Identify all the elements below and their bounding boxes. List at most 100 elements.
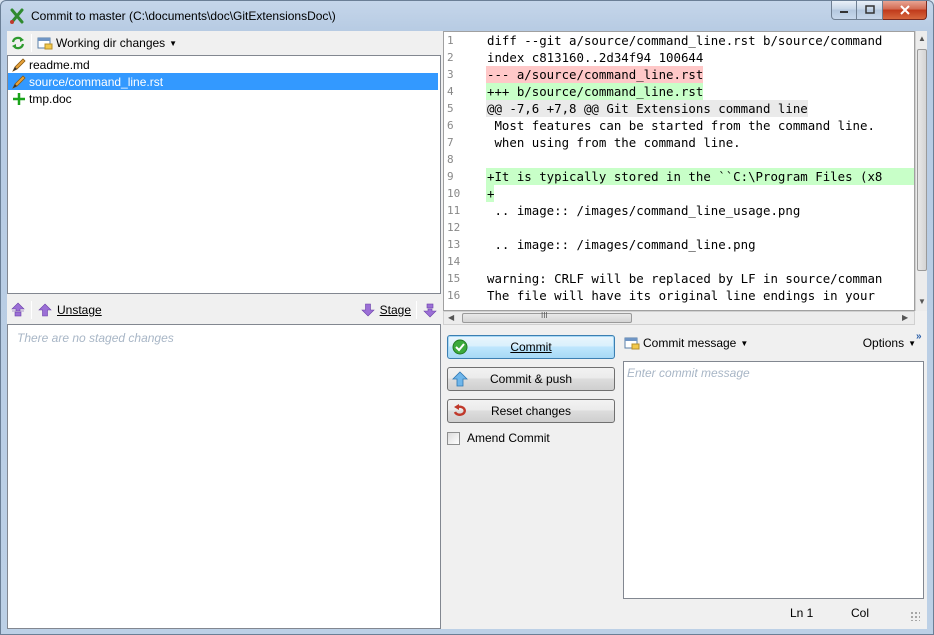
line-number-gutter: 1 2 3 4 5 6 7 8 9 10 11 12 13 14 15 16 [444,32,482,310]
cursor-line: Ln 1 [790,606,814,620]
diff-line-added: +++ b/source/command_line.rst [486,83,704,100]
diff-line: index c813160..2d34f94 100644 [487,50,704,65]
line-number: 13 [447,238,461,251]
diff-line: when using from the command line. [487,135,741,150]
unstaged-toolbar: Working dir changes ▼ [7,31,441,55]
scrollbar-thumb[interactable] [917,49,927,271]
options-dropdown[interactable]: Options ▼ [860,333,919,353]
unstage-label: Unstage [57,303,102,317]
arrow-up-icon [38,303,52,317]
reset-changes-label: Reset changes [490,404,572,418]
scrollbar-grip: III [541,311,548,320]
diff-line-removed: --- a/source/command_line.rst [486,66,704,83]
diff-line [486,253,914,270]
stage-button[interactable]: Stage [357,300,414,320]
toolbar-separator [31,301,32,319]
commit-label: Commit [510,340,552,354]
overflow-chevron-icon[interactable]: » [916,331,922,342]
diff-code: diff --git a/source/command_line.rst b/s… [486,32,914,304]
scroll-left-arrow-icon[interactable]: ◀ [448,313,454,322]
amend-commit-checkbox[interactable] [447,431,460,445]
diff-line-added: + [486,185,495,202]
unstage-button[interactable]: Unstage [34,300,105,320]
scrollbar-thumb[interactable]: III [462,311,632,323]
scroll-up-arrow-icon[interactable]: ▲ [918,34,926,43]
refresh-button[interactable] [7,33,29,53]
amend-commit-option[interactable]: Amend Commit [447,431,550,445]
working-dir-label: Working dir changes [56,36,166,50]
line-number: 3 [447,68,454,81]
pencil-icon [12,57,26,72]
line-number: 2 [447,51,454,64]
diff-viewer[interactable]: 1 2 3 4 5 6 7 8 9 10 11 12 13 14 15 16 d… [443,31,915,311]
diff-line: .. image:: /images/command_line.png [487,237,756,252]
line-number: 15 [447,272,461,285]
line-number: 14 [447,255,461,268]
minimize-icon [840,11,848,13]
amend-commit-label: Amend Commit [467,431,550,445]
maximize-button[interactable] [857,1,883,20]
maximize-icon [864,5,875,14]
working-dir-dropdown[interactable]: Working dir changes ▼ [34,33,180,53]
file-row-command-line[interactable]: source/command_line.rst [8,73,438,90]
resize-grip-icon[interactable] [910,611,920,621]
arrow-down-icon [360,303,375,317]
commit-message-statusbar: Ln 1 Col [623,601,924,625]
line-number: 4 [447,85,454,98]
file-row-tmp-doc[interactable]: tmp.doc [8,90,440,107]
client-area: Working dir changes ▼ readme.md source/c… [7,31,927,629]
plus-icon [13,92,25,105]
double-arrow-up-icon [11,302,25,317]
line-number: 16 [447,289,461,302]
commit-push-button[interactable]: Commit & push [447,367,615,391]
minimize-button[interactable] [831,1,857,20]
window-title: Commit to master (C:\documents\doc\GitEx… [31,9,336,23]
file-name: tmp.doc [29,91,72,106]
diff-line-added: +It is typically stored in the ``C:\Prog… [486,168,914,185]
commit-window: Commit to master (C:\documents\doc\GitEx… [0,0,934,635]
commit-message-label: Commit message [643,336,737,350]
chevron-down-icon: ▼ [908,338,916,348]
unstage-all-button[interactable] [7,300,29,320]
commit-message-toolbar: Commit message ▼ Options ▼ [621,331,925,355]
line-number: 9 [447,170,454,183]
close-icon [899,5,910,15]
title-bar: Commit to master (C:\documents\doc\GitEx… [1,1,933,31]
toolbar-separator [416,301,417,319]
diff-line: diff --git a/source/command_line.rst b/s… [487,33,883,48]
cursor-column: Col [851,606,870,620]
diff-hunk-header: @@ -7,6 +7,8 @@ Git Extensions command l… [486,100,808,117]
diff-vertical-scrollbar[interactable]: ▲ ▼ [915,31,927,311]
commit-message-input[interactable]: Enter commit message [623,361,924,599]
unstaged-file-list[interactable]: readme.md source/command_line.rst tmp.do… [7,55,441,294]
pencil-icon [12,74,26,89]
close-button[interactable] [883,1,927,20]
line-number: 12 [447,221,461,234]
double-arrow-down-icon [423,303,437,318]
commit-message-dropdown[interactable]: Commit message ▼ [621,333,751,353]
scroll-down-arrow-icon[interactable]: ▼ [918,297,926,306]
chevron-down-icon: ▼ [740,338,749,348]
stage-all-button[interactable] [419,300,441,320]
file-name: readme.md [29,57,90,72]
line-number: 1 [447,34,454,47]
working-dir-icon [37,37,53,50]
stage-toolbar: Unstage Stage [7,297,441,323]
diff-line [486,151,914,168]
file-row-readme[interactable]: readme.md [8,56,440,73]
line-number: 11 [447,204,461,217]
diff-line: warning: CRLF will be replaced by LF in … [487,271,883,286]
undo-icon [453,404,466,416]
stage-label: Stage [379,303,411,317]
commit-button[interactable]: Commit [447,335,615,359]
scroll-right-arrow-icon[interactable]: ▶ [902,313,908,322]
diff-horizontal-scrollbar[interactable]: ◀ III ▶ [443,311,915,325]
toolbar-separator [31,34,32,52]
reset-changes-button[interactable]: Reset changes [447,399,615,423]
staged-file-list[interactable]: There are no staged changes [7,324,441,629]
line-number: 10 [447,187,461,200]
commit-message-placeholder: Enter commit message [627,366,750,380]
push-arrow-icon [452,371,468,387]
refresh-icon [11,36,25,50]
line-number: 5 [447,102,454,115]
